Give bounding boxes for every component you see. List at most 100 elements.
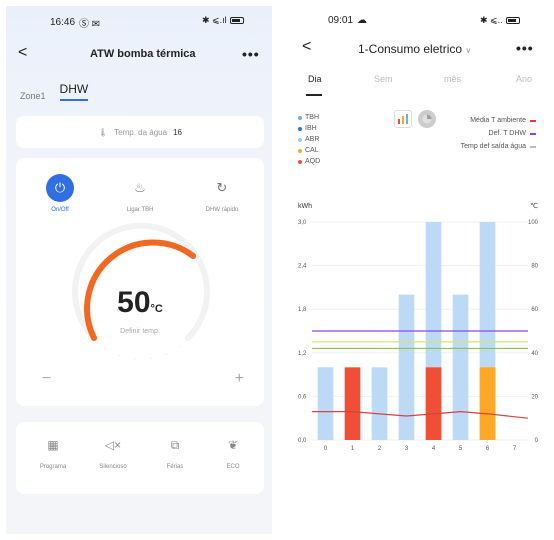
on-off-button[interactable]: ⏻ On/Off	[30, 174, 90, 213]
silent-button[interactable]: ◁× Silencioso	[88, 438, 138, 470]
y-axis-label: kWh	[298, 203, 312, 210]
bar-aqd	[344, 367, 361, 440]
bar-abr	[317, 367, 334, 440]
dial-unit: °C	[150, 303, 163, 315]
y-tick-label: 0,6	[298, 394, 307, 400]
y2-tick-label: 0	[535, 438, 539, 444]
pie-chart-toggle[interactable]	[418, 110, 436, 128]
status-time: 16:46	[50, 17, 76, 28]
bar-aqd	[425, 367, 442, 440]
bar-abr	[398, 294, 415, 440]
bar-legend: TBH IBH ABR CAL AQD	[298, 112, 320, 167]
x-tick-label: 0	[324, 446, 328, 452]
legend-item: TBH	[298, 112, 320, 123]
legend-dot	[298, 159, 302, 164]
eco-button[interactable]: ❦ ECO	[208, 438, 258, 470]
legend-dot	[298, 137, 302, 142]
water-temp-card: 🌡 Temp. da água 16	[16, 116, 264, 148]
pie-chart-icon	[422, 114, 432, 124]
tbh-button[interactable]: ♨ Ligar TBH	[110, 174, 170, 213]
y2-tick-label: 40	[531, 351, 538, 357]
back-button-2[interactable]: <	[302, 38, 311, 56]
decrease-button[interactable]: −	[42, 370, 51, 388]
tab-week[interactable]: Sem	[374, 74, 393, 84]
y-tick-label: 1,2	[298, 351, 307, 357]
y-tick-label: 2,4	[298, 264, 307, 270]
chevron-down-icon: ∨	[465, 46, 472, 55]
more-menu-button[interactable]: •••	[242, 46, 260, 62]
tab-day[interactable]: Dia	[308, 74, 322, 84]
zone-tabs: Zone1 DHW	[20, 82, 89, 101]
water-temp-label: Temp. da água	[114, 127, 168, 137]
dial-handle[interactable]	[190, 253, 196, 259]
x-tick-label: 2	[378, 446, 382, 452]
water-temp-value: 16	[173, 127, 182, 137]
silent-label: Silencioso	[99, 464, 127, 470]
status-icons: Ⓢ ✉	[79, 19, 101, 30]
x-tick-label: 5	[459, 446, 463, 452]
tab-month[interactable]: mês	[444, 74, 461, 84]
calendar-icon: ▦	[47, 438, 59, 452]
chart-page-title[interactable]: 1-Consumo eletrico ∨	[358, 42, 471, 56]
y-tick-label: 1,8	[298, 307, 307, 313]
consumption-chart: kWh ℃ 0,0 0,6 1,2 1,8 2,4 3,0 0 20 40 60 80 100 0 1 2 3 4 5…	[298, 203, 539, 452]
x-tick-label: 4	[432, 446, 436, 452]
bar-chart-toggle[interactable]	[394, 110, 412, 128]
tab-dhw[interactable]: DHW	[59, 82, 89, 101]
chart-page-title-text: 1-Consumo eletrico	[358, 42, 463, 56]
battery-icon-2	[505, 17, 520, 24]
back-button[interactable]: <	[18, 44, 27, 62]
tab-zone1[interactable]: Zone1	[20, 91, 46, 101]
status-bar-left: 16:46 Ⓢ ✉	[50, 15, 100, 30]
x-tick-label: 1	[351, 446, 355, 452]
line-legend: Média T ambiente Def. T DHW Temp def saí…	[461, 114, 536, 153]
vacation-button[interactable]: ⧉ Férias	[150, 438, 200, 470]
bar-abr	[452, 294, 469, 440]
legend-item: ABR	[298, 134, 320, 145]
increase-button[interactable]: +	[235, 370, 244, 388]
right-screen: 09:01 ☁ ✱ ⩽.. < 1-Consumo eletrico ∨ •••…	[284, 6, 548, 534]
dial-subtitle: Definir temp.	[120, 328, 160, 335]
dial-value-number: 50	[117, 286, 151, 319]
bar-chart-icon	[398, 114, 408, 124]
line-legend-swatch	[530, 132, 536, 135]
legend-item: IBH	[298, 123, 320, 134]
legend-label: IBH	[305, 125, 317, 132]
line-legend-label: Def. T DHW	[488, 130, 526, 137]
mode-card: ▦ Programa ◁× Silencioso ⧉ Férias ❦ ECO	[16, 422, 264, 494]
speaker-icon: ◁×	[104, 438, 122, 452]
signal-icon-2: ✱ ⩽..	[480, 15, 503, 25]
x-tick-label: 7	[513, 446, 517, 452]
line-legend-swatch	[530, 119, 536, 122]
power-icon: ⏻	[46, 174, 74, 202]
on-off-label: On/Off	[51, 207, 69, 213]
signal-icon: ✱ ⩽.ıl	[202, 15, 227, 25]
status-icons-2: ☁	[357, 15, 368, 26]
line-legend-label: Média T ambiente	[470, 117, 526, 124]
status-bar-right: ✱ ⩽.ıl	[202, 15, 244, 26]
y2-tick-label: 100	[528, 220, 539, 226]
battery-icon	[229, 17, 244, 24]
legend-item: AQD	[298, 156, 320, 167]
line-legend-item: Def. T DHW	[461, 127, 536, 140]
leaf-icon: ❦	[227, 438, 239, 452]
dial-value: 50°C	[16, 286, 264, 320]
legend-dot	[298, 126, 302, 131]
status-bar-right-2: ✱ ⩽..	[480, 15, 520, 26]
eco-label: ECO	[226, 464, 240, 470]
page-title: ATW bomba térmica	[90, 48, 196, 60]
dhw-boost-button[interactable]: ↻ DHW rápido	[192, 174, 252, 213]
legend-label: CAL	[305, 147, 319, 154]
status-bar-left-2: 09:01 ☁	[328, 15, 367, 26]
more-menu-button-2[interactable]: •••	[516, 40, 534, 56]
y2-tick-label: 80	[531, 264, 538, 270]
heater-icon: ♨	[134, 180, 146, 195]
y2-axis-label: ℃	[530, 203, 538, 210]
tab-year[interactable]: Ano	[516, 74, 532, 84]
control-card: ⏻ On/Off ♨ Ligar TBH ↻ DHW rápido 50°C D…	[16, 158, 264, 406]
y-tick-label: 0,0	[298, 438, 307, 444]
schedule-button[interactable]: ▦ Programa	[28, 438, 78, 470]
y2-tick-label: 60	[531, 307, 538, 313]
legend-label: ABR	[305, 136, 320, 143]
vacation-icon: ⧉	[170, 438, 180, 452]
